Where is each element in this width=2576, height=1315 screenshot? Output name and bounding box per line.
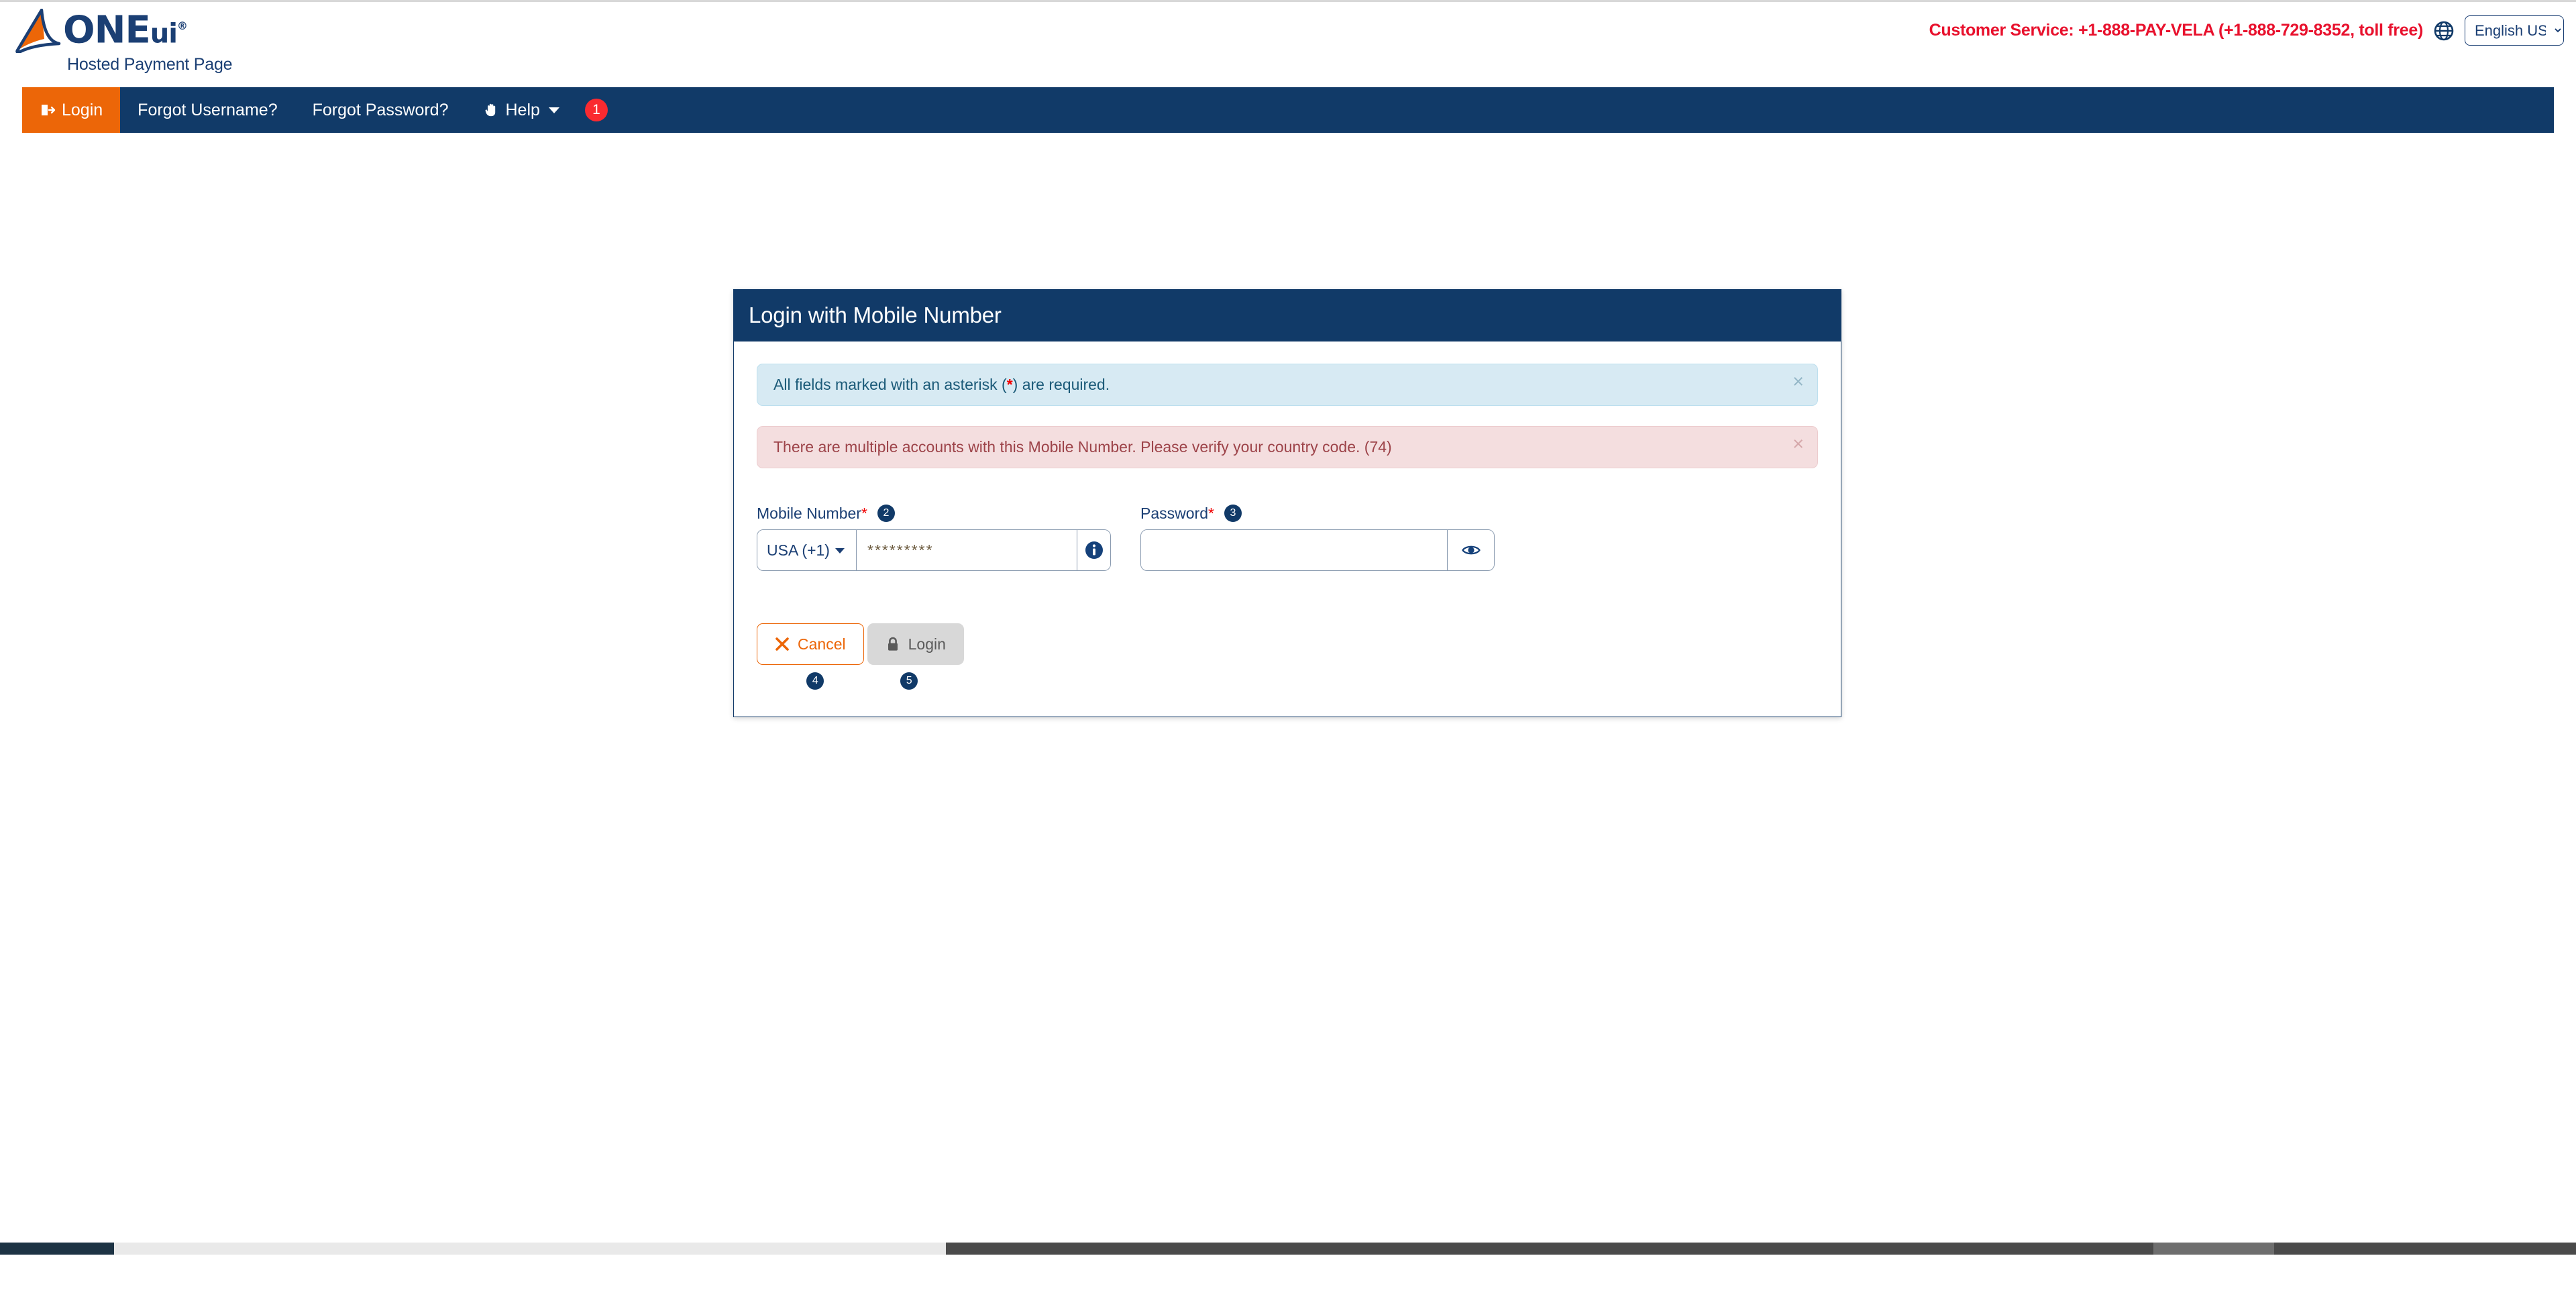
- taskbar-segment: [114, 1243, 946, 1255]
- header-right-group: Customer Service: +1-888-PAY-VELA (+1-88…: [1929, 15, 2564, 46]
- brand-wordmark: ONEui®: [63, 9, 188, 52]
- nav-item-forgot-password-label: Forgot Password?: [312, 100, 449, 119]
- nav-item-forgot-password[interactable]: Forgot Password?: [295, 87, 466, 133]
- required-fields-alert-text-before: All fields marked with an asterisk (: [773, 376, 1007, 393]
- step-marker-2: 2: [877, 505, 895, 522]
- step-marker-4: 4: [806, 672, 824, 690]
- nav-item-forgot-username[interactable]: Forgot Username?: [120, 87, 294, 133]
- cancel-step-marker-slot: 4: [757, 665, 864, 690]
- nav-item-login-label: Login: [62, 100, 103, 119]
- brand-tagline: Hosted Payment Page: [67, 55, 233, 74]
- password-input[interactable]: [1141, 530, 1447, 570]
- required-asterisk: *: [1208, 504, 1214, 522]
- login-card: Login with Mobile Number All fields mark…: [733, 289, 1841, 717]
- taskbar-segment: [946, 1243, 2153, 1255]
- mobile-number-label-row: Mobile Number * 2: [757, 503, 1111, 523]
- password-label-row: Password * 3: [1140, 503, 1495, 523]
- nav-item-login[interactable]: Login: [22, 87, 121, 133]
- taskbar-segment: [2274, 1243, 2576, 1255]
- close-icon[interactable]: ×: [1792, 435, 1804, 454]
- close-x-icon: [775, 637, 790, 651]
- form-fields-row: Mobile Number * 2 USA (+1) ********* Pas…: [757, 503, 1818, 571]
- lock-icon: [885, 637, 900, 651]
- language-select[interactable]: English US: [2465, 15, 2564, 46]
- eye-icon: [1461, 540, 1481, 560]
- form-actions: Cancel 4 Login 5: [757, 623, 1818, 690]
- required-fields-alert-text-after: ) are required.: [1012, 376, 1110, 393]
- page-header: ONEui® Hosted Payment Page Customer Serv…: [0, 2, 2576, 87]
- os-taskbar-sliver: [0, 1243, 2576, 1255]
- required-asterisk: *: [861, 504, 867, 522]
- login-button-label: Login: [908, 635, 946, 653]
- main-navigation: Login Forgot Username? Forgot Password? …: [22, 87, 2554, 133]
- mobile-number-label: Mobile Number: [757, 504, 861, 522]
- password-label: Password: [1140, 504, 1208, 522]
- required-asterisk: *: [1006, 376, 1013, 393]
- step-marker-3: 3: [1224, 505, 1242, 522]
- step-marker-5: 5: [900, 672, 918, 690]
- nav-item-help-label: Help: [505, 100, 540, 119]
- login-arrow-icon: [40, 102, 56, 118]
- login-card-body: All fields marked with an asterisk (*) a…: [733, 341, 1841, 717]
- chevron-down-icon: [548, 107, 559, 113]
- password-input-group: [1140, 529, 1495, 571]
- page-body: Login with Mobile Number All fields mark…: [0, 133, 2576, 1255]
- page-title: Login with Mobile Number: [733, 289, 1841, 341]
- sail-triangle-logo-icon: [15, 8, 62, 54]
- brand-logo-row: ONEui®: [15, 5, 250, 54]
- taskbar-segment: [2153, 1243, 2274, 1255]
- mobile-number-input[interactable]: [857, 530, 1077, 570]
- brand-block: ONEui® Hosted Payment Page: [15, 5, 250, 74]
- close-icon[interactable]: ×: [1792, 372, 1804, 392]
- mobile-info-addon[interactable]: [1077, 530, 1110, 570]
- mobile-number-input-group: USA (+1): [757, 529, 1111, 571]
- nav-item-help[interactable]: Help: [466, 87, 576, 133]
- info-circle-icon: [1084, 540, 1104, 560]
- password-field-group: Password * 3: [1140, 503, 1495, 571]
- country-code-select[interactable]: USA (+1): [757, 530, 857, 570]
- nav-item-forgot-username-label: Forgot Username?: [138, 100, 278, 119]
- hand-icon: [483, 102, 499, 118]
- taskbar-segment: [0, 1243, 114, 1255]
- error-alert-text: There are multiple accounts with this Mo…: [773, 438, 1392, 456]
- error-alert: There are multiple accounts with this Mo…: [757, 426, 1818, 468]
- customer-service-text: Customer Service: +1-888-PAY-VELA (+1-88…: [1929, 21, 2424, 40]
- required-fields-alert: All fields marked with an asterisk (*) a…: [757, 364, 1818, 406]
- globe-icon[interactable]: [2434, 21, 2454, 41]
- cancel-button-label: Cancel: [798, 635, 846, 653]
- nav-notification-badge: 1: [584, 99, 608, 121]
- country-code-wrapper: USA (+1): [757, 530, 857, 570]
- cancel-button[interactable]: Cancel: [757, 623, 864, 665]
- mobile-number-field-group: Mobile Number * 2 USA (+1): [757, 503, 1111, 571]
- login-button[interactable]: Login: [867, 623, 964, 665]
- login-step-marker-slot: 5: [867, 665, 964, 690]
- toggle-password-visibility-button[interactable]: [1447, 530, 1494, 570]
